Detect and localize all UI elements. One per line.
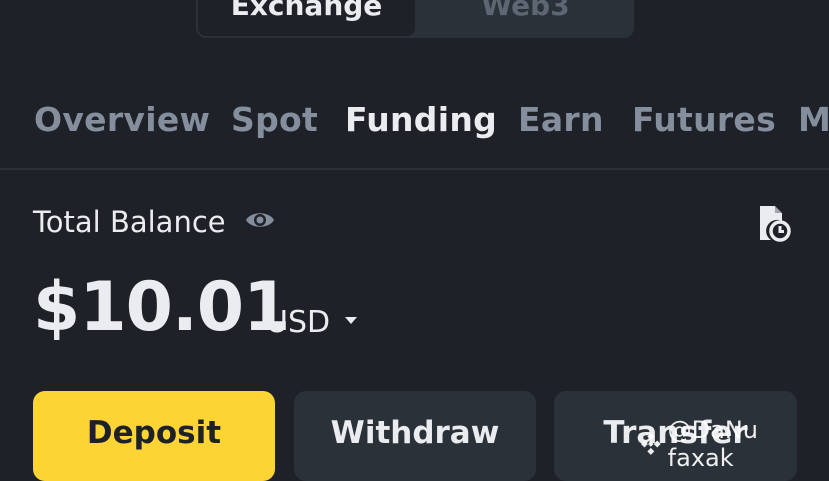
- transaction-history-icon[interactable]: [756, 204, 792, 242]
- segment-exchange[interactable]: Exchange: [198, 0, 415, 36]
- segment-web3[interactable]: Web3: [417, 0, 632, 36]
- total-balance-label: Total Balance: [33, 205, 226, 239]
- withdraw-button[interactable]: Withdraw: [294, 391, 536, 481]
- tab-earn[interactable]: Earn: [518, 100, 604, 139]
- currency-selector-label[interactable]: USD: [266, 305, 330, 340]
- deposit-button[interactable]: Deposit: [33, 391, 275, 481]
- watermark: @DaNu faxak: [640, 416, 829, 472]
- tab-futures[interactable]: Futures: [632, 100, 776, 139]
- tab-funding[interactable]: Funding: [345, 100, 497, 139]
- binance-logo-icon: [640, 433, 661, 455]
- balance-amount: $10.01: [33, 268, 290, 347]
- watermark-text: @DaNu faxak: [667, 416, 759, 472]
- eye-icon[interactable]: [244, 206, 276, 234]
- tab-more-truncated[interactable]: M: [798, 100, 829, 139]
- chevron-down-icon[interactable]: [343, 312, 359, 324]
- tab-overview[interactable]: Overview: [34, 100, 210, 139]
- tab-spot[interactable]: Spot: [231, 100, 318, 139]
- account-type-switcher: Exchange Web3: [196, 0, 634, 38]
- tabs-divider: [0, 168, 829, 170]
